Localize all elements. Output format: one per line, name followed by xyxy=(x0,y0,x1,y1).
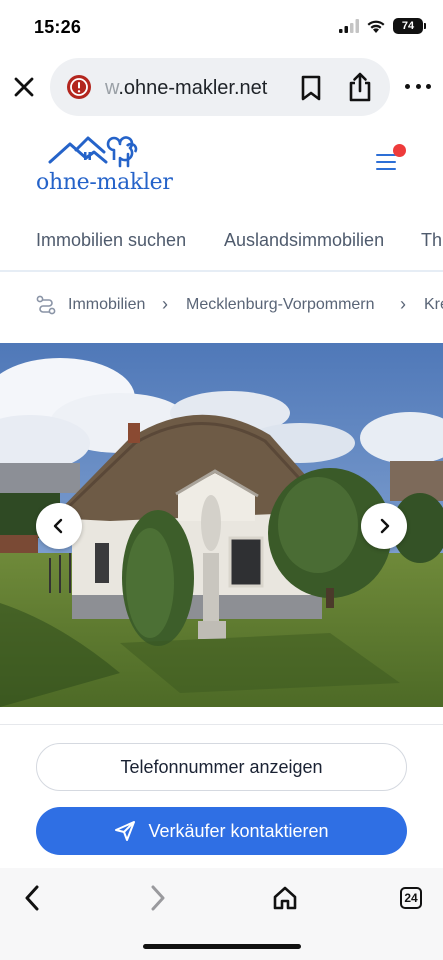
tabs-count-icon: 24 xyxy=(400,887,422,909)
breadcrumb-item-immobilien[interactable]: Immobilien xyxy=(68,296,145,314)
property-photo-carousel[interactable] xyxy=(0,343,443,707)
url-prefix: w xyxy=(105,77,119,99)
chevron-right-icon: › xyxy=(162,294,168,314)
contact-seller-button[interactable]: Verkäufer kontaktieren xyxy=(36,807,407,855)
show-phone-button[interactable]: Telefonnummer anzeigen xyxy=(36,743,407,791)
site-logo[interactable]: ohne-makler xyxy=(34,134,184,195)
route-icon xyxy=(36,295,56,315)
status-icons: 74 xyxy=(339,18,426,34)
send-icon xyxy=(115,821,136,841)
more-icon-dot xyxy=(415,83,421,89)
show-phone-label: Telefonnummer anzeigen xyxy=(120,756,323,777)
chevron-left-icon xyxy=(53,518,63,534)
more-icon-dot xyxy=(426,83,431,89)
home-icon xyxy=(273,886,297,910)
home-button[interactable] xyxy=(269,882,301,914)
breadcrumb-item-kreis[interactable]: Kre xyxy=(424,296,443,314)
wifi-icon xyxy=(367,20,385,33)
carousel-prev-button[interactable] xyxy=(36,503,82,549)
forward-arrow-icon xyxy=(151,885,165,911)
breadcrumb: Immobilien › Mecklenburg-Vorpommern › Kr… xyxy=(0,280,443,332)
nav-tab-more[interactable]: Th xyxy=(421,230,442,251)
status-time: 15:26 xyxy=(34,17,82,37)
close-icon xyxy=(14,77,34,97)
logo-text: ohne-makler xyxy=(36,170,173,195)
signal-icon xyxy=(339,19,359,33)
chevron-right-icon xyxy=(380,518,390,534)
nav-tab-auslandsimmobilien[interactable]: Auslandsimmobilien xyxy=(224,230,384,251)
tabs-button[interactable]: 24 xyxy=(395,882,427,914)
back-arrow-icon xyxy=(25,885,39,911)
battery-level: 74 xyxy=(401,20,415,32)
address-bar[interactable]: w.ohne-makler.net xyxy=(50,58,390,116)
logo-house-icon xyxy=(48,136,138,168)
chevron-right-icon: › xyxy=(400,294,406,314)
url-text: w.ohne-makler.net xyxy=(105,77,285,100)
battery-icon: 74 xyxy=(393,18,426,34)
breadcrumb-item-region[interactable]: Mecklenburg-Vorpommern xyxy=(186,296,375,314)
home-indicator xyxy=(143,944,301,949)
browser-toolbar: w.ohne-makler.net xyxy=(0,54,443,120)
back-button[interactable] xyxy=(16,882,48,914)
status-bar: 15:26 74 xyxy=(0,0,443,54)
carousel-next-button[interactable] xyxy=(361,503,407,549)
url-domain: .ohne-makler.net xyxy=(118,77,268,99)
more-options-button[interactable] xyxy=(405,76,431,96)
share-icon[interactable] xyxy=(346,71,374,103)
hamburger-icon xyxy=(376,154,396,175)
forward-button[interactable] xyxy=(142,882,174,914)
nav-tab-immobilien-suchen[interactable]: Immobilien suchen xyxy=(36,230,186,251)
contact-seller-label: Verkäufer kontaktieren xyxy=(148,820,329,841)
warning-icon[interactable] xyxy=(66,74,92,100)
notification-dot xyxy=(393,144,406,157)
bookmark-icon[interactable] xyxy=(298,74,324,102)
main-nav: Immobilien suchen Auslandsimmobilien Th xyxy=(0,214,443,272)
more-icon xyxy=(405,83,410,89)
hamburger-menu-button[interactable] xyxy=(372,144,408,180)
divider xyxy=(0,724,443,725)
site-header: ohne-makler xyxy=(0,120,443,202)
close-tab-button[interactable] xyxy=(10,73,38,101)
